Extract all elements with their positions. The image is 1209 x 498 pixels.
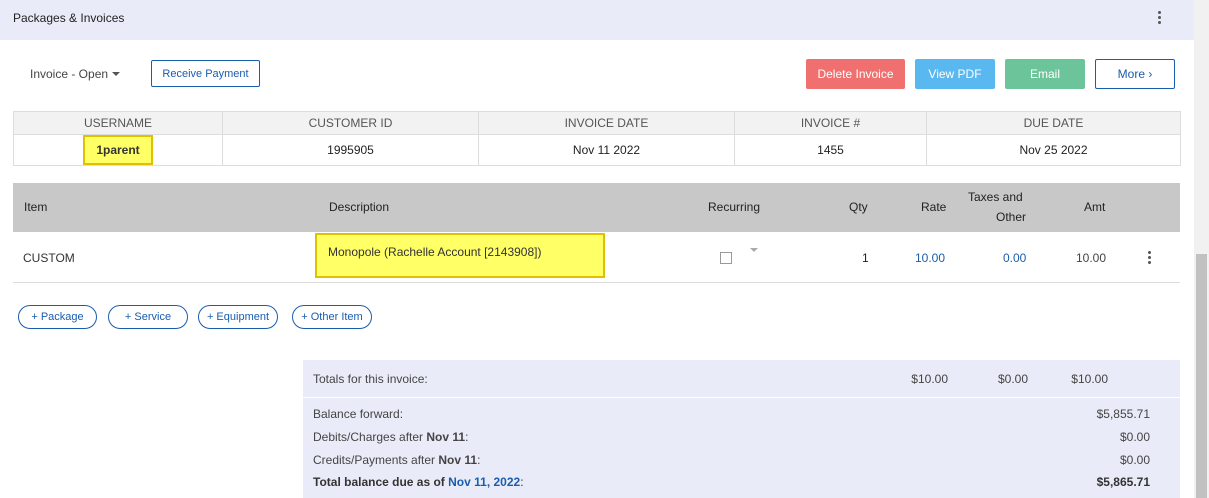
due-date-cell: Nov 25 2022 [926, 134, 1181, 166]
more-button[interactable]: More › [1095, 59, 1175, 89]
total-due-label: Total balance due as of Nov 11, 2022: [313, 475, 524, 489]
page-header: Packages & Invoices [0, 0, 1194, 40]
total-due-value: $5,865.71 [1096, 475, 1150, 489]
col-description: Description [329, 200, 390, 214]
vertical-scrollbar[interactable] [1194, 0, 1209, 498]
more-options-icon[interactable] [1151, 11, 1167, 29]
totals-rate: $10.00 [911, 372, 948, 386]
customer-id-cell: 1995905 [222, 134, 479, 166]
debits-date: Nov 11 [426, 430, 466, 444]
invoice-status-dropdown[interactable]: Invoice - Open [30, 67, 121, 81]
recurring-dropdown-icon[interactable] [750, 248, 758, 252]
divider [303, 397, 1180, 398]
add-service-button[interactable]: + Service [108, 305, 188, 329]
col-rate: Rate [921, 200, 947, 214]
item-type: CUSTOM [23, 251, 75, 265]
col-taxes-line2: Other [996, 210, 1027, 224]
email-button[interactable]: Email [1005, 59, 1085, 89]
balance-forward-label: Balance forward: [313, 407, 404, 421]
total-due-date: Nov 11, 2022 [448, 475, 521, 489]
header-customer-id: CUSTOMER ID [222, 111, 479, 135]
table-row: CUSTOM Monopole (Rachelle Account [21439… [13, 232, 1180, 283]
invoice-status-label: Invoice - Open [30, 67, 109, 81]
col-item: Item [24, 200, 48, 214]
page-title: Packages & Invoices [13, 11, 125, 25]
username-cell: 1parent [13, 134, 223, 166]
row-menu-icon[interactable] [1145, 251, 1153, 264]
item-taxes[interactable]: 0.00 [1003, 251, 1026, 265]
add-equipment-button[interactable]: + Equipment [198, 305, 278, 329]
item-amt: 10.00 [1076, 251, 1107, 265]
col-recurring: Recurring [708, 200, 761, 214]
col-qty: Qty [849, 200, 868, 214]
item-description[interactable]: Monopole (Rachelle Account [2143908]) [315, 233, 605, 278]
add-other-item-button[interactable]: + Other Item [292, 305, 372, 329]
delete-invoice-button[interactable]: Delete Invoice [806, 59, 905, 89]
header-due-date: DUE DATE [926, 111, 1181, 135]
header-invoice-number: INVOICE # [734, 111, 927, 135]
credits-value: $0.00 [1119, 453, 1150, 467]
totals-amt: $10.00 [1071, 372, 1108, 386]
item-rate[interactable]: 10.00 [915, 251, 945, 265]
recurring-checkbox[interactable] [720, 252, 732, 264]
header-username: USERNAME [13, 111, 223, 135]
debits-label: Debits/Charges after Nov 11: [313, 430, 469, 444]
totals-panel: Totals for this invoice: $10.00 $0.00 $1… [303, 360, 1180, 498]
totals-label: Totals for this invoice: [313, 372, 428, 386]
debits-value: $0.00 [1119, 430, 1150, 444]
col-taxes-line1: Taxes and [968, 190, 1023, 204]
view-pdf-button[interactable]: View PDF [915, 59, 995, 89]
header-invoice-date: INVOICE DATE [478, 111, 735, 135]
credits-date: Nov 11 [438, 453, 478, 467]
item-qty[interactable]: 1 [862, 251, 869, 265]
items-table-header: Item Description Recurring Qty Rate Taxe… [13, 183, 1180, 232]
invoice-number-cell: 1455 [734, 134, 927, 166]
col-amt: Amt [1084, 200, 1106, 214]
chevron-down-icon [112, 72, 121, 76]
invoice-date-cell: Nov 11 2022 [478, 134, 735, 166]
balance-forward-value: $5,855.71 [1096, 407, 1150, 421]
username-link[interactable]: 1parent [83, 135, 153, 165]
credits-label: Credits/Payments after Nov 11: [313, 453, 481, 467]
totals-taxes: $0.00 [997, 372, 1028, 386]
invoice-info-table: USERNAME CUSTOMER ID INVOICE DATE INVOIC… [13, 111, 1181, 166]
scrollbar-thumb[interactable] [1196, 254, 1207, 498]
add-package-button[interactable]: + Package [18, 305, 97, 329]
receive-payment-button[interactable]: Receive Payment [151, 60, 260, 87]
